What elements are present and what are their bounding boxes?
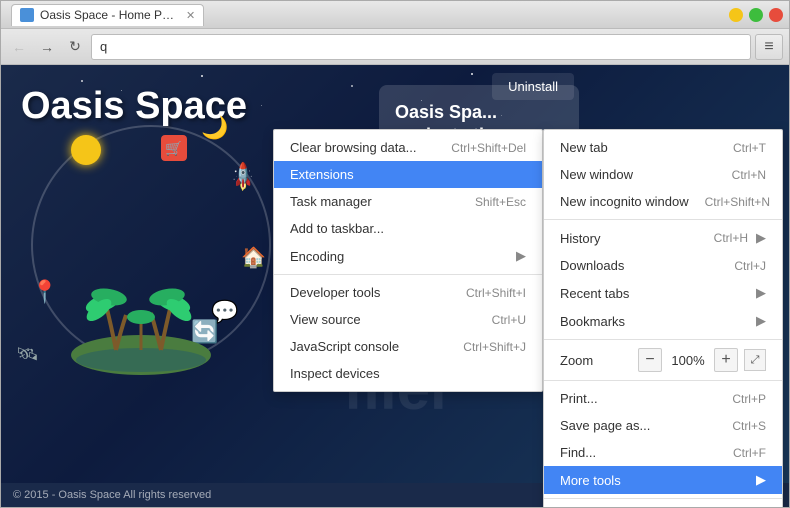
zoom-row: Zoom − 100% + ⤢	[544, 344, 782, 376]
menu-item-recent-tabs[interactable]: Recent tabs ▶	[544, 279, 782, 307]
address-text: q	[100, 39, 107, 54]
nav-bar: ← → ↻ q ≡	[1, 29, 789, 65]
tab-bar: Oasis Space - Home Page ✕	[11, 4, 204, 26]
minimize-button[interactable]	[729, 8, 743, 22]
sun-icon	[71, 135, 101, 165]
submenu-section-2: Developer tools Ctrl+Shift+I View source…	[274, 275, 542, 391]
window-controls	[729, 8, 783, 22]
forward-button[interactable]: →	[35, 35, 59, 59]
zoom-value: 100%	[668, 353, 708, 368]
content-area: Oasis Space Uninstall 🛒 🚀 🌙 🏠	[1, 65, 789, 507]
zoom-controls: − 100% + ⤢	[638, 348, 766, 372]
menu-item-downloads[interactable]: Downloads Ctrl+J	[544, 252, 782, 279]
menu-item-save-page[interactable]: Save page as... Ctrl+S	[544, 412, 782, 439]
submenu-item-clear-browsing[interactable]: Clear browsing data... Ctrl+Shift+Del	[274, 134, 542, 161]
back-button[interactable]: ←	[7, 35, 31, 59]
moon-icon: 🌙	[201, 115, 228, 141]
submenu-item-extensions[interactable]: Extensions	[274, 161, 542, 188]
close-button[interactable]	[769, 8, 783, 22]
menu-section-edit: Edit Cut Copy Paste	[544, 499, 782, 507]
chrome-main-menu: New tab Ctrl+T New window Ctrl+N New inc…	[543, 129, 783, 507]
submenu-item-view-source[interactable]: View source Ctrl+U	[274, 306, 542, 333]
menu-item-bookmarks[interactable]: Bookmarks ▶	[544, 307, 782, 335]
pin-icon: 📍	[31, 279, 58, 305]
footer-copyright: © 2015 - Oasis Space All rights reserved	[13, 489, 211, 501]
menu-item-print[interactable]: Print... Ctrl+P	[544, 385, 782, 412]
submenu-item-js-console[interactable]: JavaScript console Ctrl+Shift+J	[274, 333, 542, 360]
menu-section-new: New tab Ctrl+T New window Ctrl+N New inc…	[544, 130, 782, 220]
reload-button[interactable]: ↻	[63, 35, 87, 59]
menu-section-history: History Ctrl+H ▶ Downloads Ctrl+J Recent…	[544, 220, 782, 340]
title-bar: Oasis Space - Home Page ✕	[1, 1, 789, 29]
zoom-label: Zoom	[560, 353, 638, 368]
menu-item-find[interactable]: Find... Ctrl+F	[544, 439, 782, 466]
menu-item-new-window[interactable]: New window Ctrl+N	[544, 161, 782, 188]
zoom-fullscreen-button[interactable]: ⤢	[744, 349, 766, 371]
submenu-item-encoding[interactable]: Encoding ▶	[274, 242, 542, 270]
menu-item-history[interactable]: History Ctrl+H ▶	[544, 224, 782, 252]
menu-section-zoom: Zoom − 100% + ⤢	[544, 340, 782, 381]
edit-row: Edit Cut Copy Paste	[544, 503, 782, 507]
submenu-section-1: Clear browsing data... Ctrl+Shift+Del Ex…	[274, 130, 542, 275]
tab-title: Oasis Space - Home Page	[40, 8, 180, 22]
menu-item-incognito[interactable]: New incognito window Ctrl+Shift+N	[544, 188, 782, 215]
submenu-item-inspect-devices[interactable]: Inspect devices	[274, 360, 542, 387]
zoom-plus-button[interactable]: +	[714, 348, 738, 372]
satellite-icon: 🛰	[16, 344, 39, 365]
house-icon: 🏠	[241, 245, 266, 270]
browser-tab[interactable]: Oasis Space - Home Page ✕	[11, 4, 204, 26]
tab-favicon	[20, 8, 34, 22]
tab-close-button[interactable]: ✕	[186, 9, 195, 22]
chrome-menu-button[interactable]: ≡	[755, 34, 783, 60]
submenu-item-dev-tools[interactable]: Developer tools Ctrl+Shift+I	[274, 279, 542, 306]
submenu-item-add-taskbar[interactable]: Add to taskbar...	[274, 215, 542, 242]
island-graphic	[61, 275, 221, 375]
menu-item-more-tools[interactable]: More tools ▶	[544, 466, 782, 494]
submenu-item-task-manager[interactable]: Task manager Shift+Esc	[274, 188, 542, 215]
menu-item-new-tab[interactable]: New tab Ctrl+T	[544, 134, 782, 161]
title-bar-left: Oasis Space - Home Page ✕	[7, 4, 204, 26]
maximize-button[interactable]	[749, 8, 763, 22]
address-bar[interactable]: q	[91, 34, 751, 60]
zoom-minus-button[interactable]: −	[638, 348, 662, 372]
more-tools-submenu: Clear browsing data... Ctrl+Shift+Del Ex…	[273, 129, 543, 392]
browser-frame: Oasis Space - Home Page ✕ ← → ↻ q ≡	[0, 0, 790, 508]
menu-section-tools: Print... Ctrl+P Save page as... Ctrl+S F…	[544, 381, 782, 499]
cart-icon: 🛒	[161, 135, 187, 161]
